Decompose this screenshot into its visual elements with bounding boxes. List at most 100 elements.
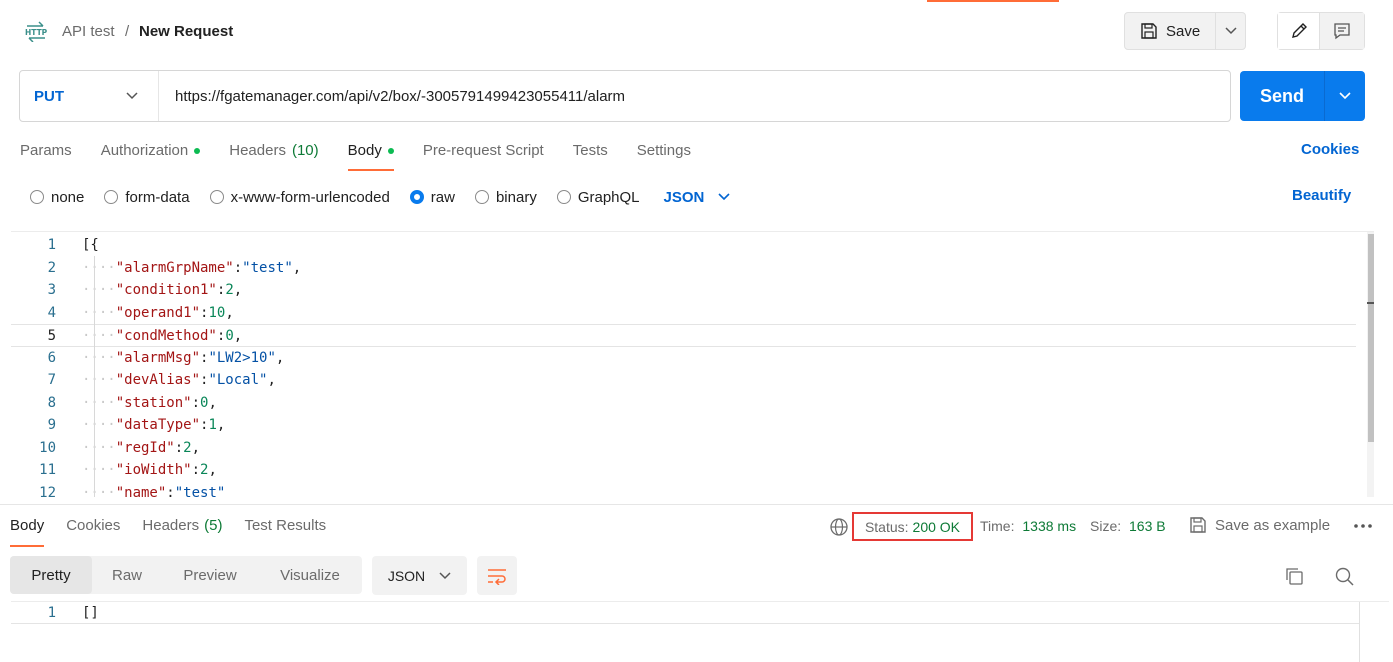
response-format-select[interactable]: JSON bbox=[372, 556, 467, 595]
size-value: 163 B bbox=[1129, 518, 1166, 534]
editor-line[interactable]: 8 ····"station":0, bbox=[11, 392, 1356, 415]
send-options-button[interactable] bbox=[1325, 71, 1365, 121]
editor-line[interactable]: 7 ····"devAlias":"Local", bbox=[11, 369, 1356, 392]
tab-label: Params bbox=[20, 142, 72, 159]
chevron-down-icon bbox=[126, 92, 138, 100]
view-mode-group bbox=[1277, 12, 1365, 50]
tab-tests[interactable]: Tests bbox=[573, 140, 608, 171]
svg-text:HTTP: HTTP bbox=[25, 28, 48, 37]
tab-params[interactable]: Params bbox=[20, 140, 72, 171]
radio-button[interactable] bbox=[209, 190, 224, 204]
editor-scrollbar-thumb[interactable] bbox=[1368, 234, 1374, 442]
beautify-button[interactable]: Beautify bbox=[1292, 187, 1351, 204]
response-tab-headers[interactable]: Headers (5) bbox=[142, 517, 222, 547]
request-name[interactable]: New Request bbox=[139, 22, 233, 42]
editor-line[interactable]: 10 ····"regId":2, bbox=[11, 437, 1356, 460]
send-button[interactable]: Send bbox=[1240, 71, 1325, 121]
view-mode-visualize[interactable]: Visualize bbox=[258, 556, 362, 594]
more-options-icon[interactable] bbox=[1353, 518, 1373, 534]
chevron-down-icon bbox=[1339, 92, 1351, 100]
chevron-down-icon bbox=[1225, 27, 1237, 35]
http-icon: HTTP bbox=[25, 21, 48, 42]
editor-line[interactable]: 6 ····"alarmMsg":"LW2>10", bbox=[11, 347, 1356, 370]
cookies-link[interactable]: Cookies bbox=[1301, 141, 1359, 158]
code-token: : bbox=[191, 394, 201, 411]
code-text: ····"dataType":1, bbox=[56, 414, 225, 437]
tab-headers[interactable]: Headers (10) bbox=[229, 140, 318, 171]
url-input[interactable] bbox=[159, 71, 1230, 121]
line-number: 6 bbox=[47, 349, 56, 366]
radio-button[interactable] bbox=[474, 190, 489, 204]
editor-line[interactable]: 12 ····"name":"test" bbox=[11, 482, 1356, 498]
tab-body[interactable]: Body bbox=[347, 140, 395, 171]
editor-line[interactable]: 3 ····"condition1":2, bbox=[11, 279, 1356, 302]
save-button[interactable]: Save bbox=[1125, 13, 1217, 49]
response-tab-body[interactable]: Body bbox=[10, 517, 45, 547]
line-number: 4 bbox=[47, 304, 56, 321]
line-number: 8 bbox=[47, 394, 56, 411]
save-label: Save bbox=[1166, 22, 1201, 40]
copy-icon[interactable] bbox=[1284, 566, 1304, 586]
editor-line[interactable]: 9 ····"dataType":1, bbox=[11, 414, 1356, 437]
code-token: "name" bbox=[115, 484, 167, 498]
code-text: ····"devAlias":"Local", bbox=[56, 369, 276, 392]
response-tab-test-results[interactable]: Test Results bbox=[244, 517, 326, 547]
view-mode-raw[interactable]: Raw bbox=[92, 556, 162, 594]
response-body-viewer[interactable]: 1 [] bbox=[11, 601, 1389, 662]
editor-line[interactable]: 2 ····"alarmGrpName":"test", bbox=[11, 257, 1356, 280]
line-number: 5 bbox=[47, 328, 56, 344]
body-type-x-www-form-urlencoded[interactable]: x-www-form-urlencoded bbox=[209, 189, 390, 206]
whitespace-marker: ···· bbox=[82, 304, 116, 321]
view-mode-pretty[interactable]: Pretty bbox=[10, 556, 92, 594]
code-token: 1 bbox=[208, 417, 217, 433]
body-format-select[interactable]: JSON bbox=[664, 189, 731, 206]
breadcrumb-collection[interactable]: API test bbox=[62, 22, 115, 42]
radio-button[interactable] bbox=[409, 190, 424, 204]
response-bar: Body Cookies Headers (5) Test Results Status… bbox=[0, 504, 1393, 547]
body-type-form-data[interactable]: form-data bbox=[104, 188, 190, 206]
globe-icon[interactable] bbox=[829, 517, 849, 537]
radio-button[interactable] bbox=[104, 190, 119, 204]
response-scrollbar[interactable] bbox=[1359, 602, 1360, 662]
method-select[interactable]: PUT bbox=[20, 71, 159, 121]
tab-authorization[interactable]: Authorization bbox=[101, 140, 201, 171]
editor-line[interactable]: 5 ····"condMethod":0, bbox=[11, 324, 1356, 347]
status-indicator[interactable]: Status: 200 OK bbox=[852, 512, 973, 541]
radio-button[interactable] bbox=[556, 190, 571, 204]
save-options-button[interactable] bbox=[1216, 13, 1245, 49]
search-icon[interactable] bbox=[1334, 566, 1354, 586]
response-line[interactable]: 1 [] bbox=[11, 602, 1359, 624]
save-as-example-label: Save as example bbox=[1215, 516, 1331, 534]
size-label: Size: bbox=[1090, 518, 1122, 534]
editor-line[interactable]: 11 ····"ioWidth":2, bbox=[11, 459, 1356, 482]
response-time[interactable]: Time: 1338 ms bbox=[980, 518, 1076, 534]
body-type-none[interactable]: none bbox=[30, 189, 84, 206]
editor-line[interactable]: 1 [{ bbox=[11, 234, 1356, 257]
breadcrumb-separator: / bbox=[125, 23, 130, 40]
body-type-graphql[interactable]: GraphQL bbox=[556, 189, 640, 206]
code-token: , bbox=[225, 304, 234, 321]
view-mode-preview[interactable]: Preview bbox=[162, 556, 258, 594]
tab-pre-request-script[interactable]: Pre-request Script bbox=[423, 140, 544, 171]
status-value: 200 OK bbox=[912, 518, 961, 535]
response-size[interactable]: Size: 163 B bbox=[1090, 518, 1166, 534]
status-label: Status: bbox=[864, 518, 909, 535]
edit-button[interactable] bbox=[1278, 13, 1320, 49]
save-as-example-button[interactable]: Save as example bbox=[1189, 516, 1330, 534]
tab-label: Tests bbox=[572, 142, 608, 159]
response-tab-cookies[interactable]: Cookies bbox=[66, 517, 120, 547]
comments-button[interactable] bbox=[1320, 13, 1364, 49]
body-type-raw[interactable]: raw bbox=[409, 189, 455, 206]
chevron-down-icon bbox=[718, 193, 730, 201]
tab-label: Body bbox=[10, 517, 45, 534]
whitespace-marker: ···· bbox=[82, 328, 116, 344]
wrap-lines-button[interactable] bbox=[477, 556, 517, 595]
tab-settings[interactable]: Settings bbox=[637, 140, 691, 171]
time-value: 1338 ms bbox=[1022, 518, 1077, 534]
radio-label: form-data bbox=[125, 188, 190, 206]
code-token: "operand1" bbox=[115, 304, 201, 321]
body-type-binary[interactable]: binary bbox=[474, 189, 537, 206]
radio-button[interactable] bbox=[30, 190, 44, 204]
request-body-editor[interactable]: 12 ····"name":"test" 11 ····"ioWidth":2, 10 ·… bbox=[11, 231, 1374, 497]
editor-line[interactable]: 4 ····"operand1":10, bbox=[11, 302, 1356, 325]
